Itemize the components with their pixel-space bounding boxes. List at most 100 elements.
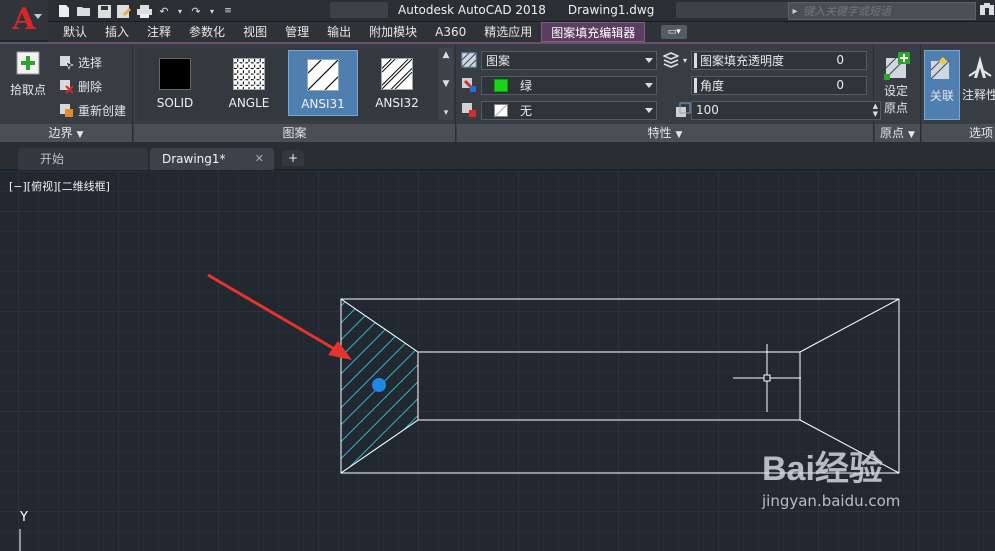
slider-marker-icon	[694, 52, 698, 68]
watermark-brand: Bai经验	[762, 450, 883, 488]
title-tab-left	[330, 2, 388, 18]
dropdown-caret-icon	[645, 57, 653, 63]
transparency-label: 图案填充透明度	[700, 53, 785, 68]
background-color-icon	[462, 103, 476, 117]
set-origin-button[interactable]: 设定 原点	[882, 52, 910, 116]
scroll-up-icon[interactable]: ▲	[443, 50, 450, 60]
tab-annotate[interactable]: 注释	[138, 22, 180, 42]
tab-default[interactable]: 默认	[54, 22, 96, 42]
undo-dropdown-icon[interactable]: ▾	[176, 3, 184, 19]
tab-a360[interactable]: A360	[426, 22, 475, 42]
tab-output[interactable]: 输出	[318, 22, 360, 42]
pattern-ansi32[interactable]: ANSI32	[362, 50, 432, 116]
background-value: 无	[520, 103, 533, 118]
menu-dropdown-icon	[34, 14, 42, 19]
undo-icon[interactable]: ↶	[156, 3, 172, 19]
annotative-button[interactable]: 注释性	[962, 50, 995, 103]
annotative-icon	[968, 56, 992, 78]
pattern-angle[interactable]: ANGLE	[214, 50, 284, 116]
redo-dropdown-icon[interactable]: ▾	[208, 3, 216, 19]
tab-insert[interactable]: 插入	[96, 22, 138, 42]
transparency-dropdown-icon[interactable]: ▾	[683, 56, 687, 65]
search-box: ▸	[788, 2, 976, 20]
tab-manage[interactable]: 管理	[276, 22, 318, 42]
pattern-label: ANGLE	[228, 96, 270, 110]
origin-panel-title[interactable]: 原点 ▼	[875, 124, 920, 142]
doc-name: Drawing1.dwg	[567, 3, 655, 17]
angle-field[interactable]: 角度 0	[691, 75, 867, 95]
new-tab-button[interactable]: +	[282, 150, 304, 166]
transparency-value: 0	[836, 53, 845, 67]
tab-view[interactable]: 视图	[234, 22, 276, 42]
options-panel-title: 选项	[922, 124, 995, 142]
title-bar: ↶ ▾ ↷ ▾ ≡ Autodesk AutoCAD 2018 Drawing1…	[0, 0, 995, 22]
pattern-panel-title: 图案	[134, 124, 455, 142]
panel-expand-icon: ▼	[675, 130, 683, 140]
pattern-label: ANSI31	[301, 97, 345, 111]
tab-parametric[interactable]: 参数化	[180, 22, 234, 42]
background-color-select[interactable]: 无	[481, 100, 657, 120]
viewport-controls[interactable]: [−][俯视][二维线框]	[9, 178, 110, 194]
boundary-panel-title[interactable]: 边界 ▼	[0, 124, 132, 142]
dropdown-caret-icon	[645, 107, 653, 113]
angle-swatch-icon	[233, 58, 265, 90]
close-tab-icon[interactable]: ✕	[255, 148, 264, 170]
binoculars-icon[interactable]	[980, 3, 994, 18]
window-title: Autodesk AutoCAD 2018 Drawing1.dwg	[330, 1, 807, 19]
pick-point-button[interactable]: 拾取点	[10, 50, 46, 98]
pattern-label: ANSI32	[375, 96, 419, 110]
origin-panel: 设定 原点 原点 ▼	[875, 44, 921, 142]
app-name: Autodesk AutoCAD 2018	[398, 3, 546, 17]
save-icon[interactable]	[96, 3, 112, 19]
pattern-solid[interactable]: SOLID	[140, 50, 210, 116]
scale-field[interactable]: 100 ▲ ▼	[691, 100, 881, 120]
properties-title-text: 特性	[647, 126, 672, 140]
boundary-panel: 拾取点 选择 删除 重新创建 边界 ▼	[0, 44, 133, 142]
hatch-grip[interactable]	[372, 378, 386, 392]
open-folder-icon[interactable]	[76, 3, 92, 19]
hatch-color-select[interactable]: 绿	[481, 75, 657, 95]
scale-icon	[676, 102, 691, 117]
autocad-logo-icon: A	[12, 2, 36, 37]
application-menu-button[interactable]: A	[0, 0, 48, 40]
tab-drawing1[interactable]: Drawing1* ✕	[150, 148, 274, 170]
select-label: 选择	[78, 55, 103, 70]
select-button[interactable]: 选择	[58, 52, 102, 72]
angle-value: 0	[836, 78, 844, 92]
document-tabs: 开始 Drawing1* ✕ +	[0, 142, 995, 170]
associative-button[interactable]: 关联	[924, 50, 960, 120]
pattern-ansi31[interactable]: ANSI31	[288, 50, 358, 116]
pattern-label: SOLID	[156, 96, 194, 110]
tab-addins[interactable]: 附加模块	[360, 22, 426, 42]
color-row: 绿	[461, 75, 657, 95]
tab-featured-apps[interactable]: 精选应用	[475, 22, 541, 42]
recreate-button[interactable]: 重新创建	[58, 100, 126, 120]
hatch-type-row: 图案	[461, 50, 657, 70]
hatch-type-value: 图案	[486, 53, 511, 68]
set-origin-label-1: 设定	[883, 84, 908, 98]
drawing-canvas[interactable]: [−][俯视][二维线框] Y Bai经验 jingyan.baidu.com	[0, 171, 995, 551]
remove-button[interactable]: 删除	[58, 76, 102, 96]
dropdown-caret-icon	[645, 82, 653, 88]
ribbon-display-toggle-icon[interactable]: ▭▾	[661, 25, 688, 39]
angle-row: 角度 0	[663, 75, 867, 95]
redo-icon[interactable]: ↷	[188, 3, 204, 19]
search-input[interactable]	[801, 4, 975, 18]
watermark-url: jingyan.baidu.com	[762, 492, 901, 510]
select-boundary-icon	[60, 56, 74, 70]
save-as-icon[interactable]	[116, 3, 132, 19]
remove-boundary-icon	[60, 80, 74, 94]
hatch-type-select[interactable]: 图案	[481, 50, 657, 70]
customize-toolbar-icon[interactable]: ≡	[220, 3, 236, 19]
new-file-icon[interactable]	[56, 3, 72, 19]
transparency-field[interactable]: 图案填充透明度 0	[691, 50, 868, 70]
plot-icon[interactable]	[136, 3, 152, 19]
tab-start-label: 开始	[40, 152, 65, 166]
gallery-expand-icon[interactable]: ▾	[444, 108, 449, 118]
properties-panel-title[interactable]: 特性 ▼	[457, 124, 873, 142]
scroll-down-icon[interactable]: ▼	[443, 79, 450, 89]
search-expand-icon[interactable]: ▸	[789, 6, 801, 17]
tab-start[interactable]: 开始	[18, 148, 148, 170]
options-panel: 关联 注释性 选项	[922, 44, 995, 142]
tab-hatch-editor[interactable]: 图案填充编辑器	[541, 22, 646, 42]
